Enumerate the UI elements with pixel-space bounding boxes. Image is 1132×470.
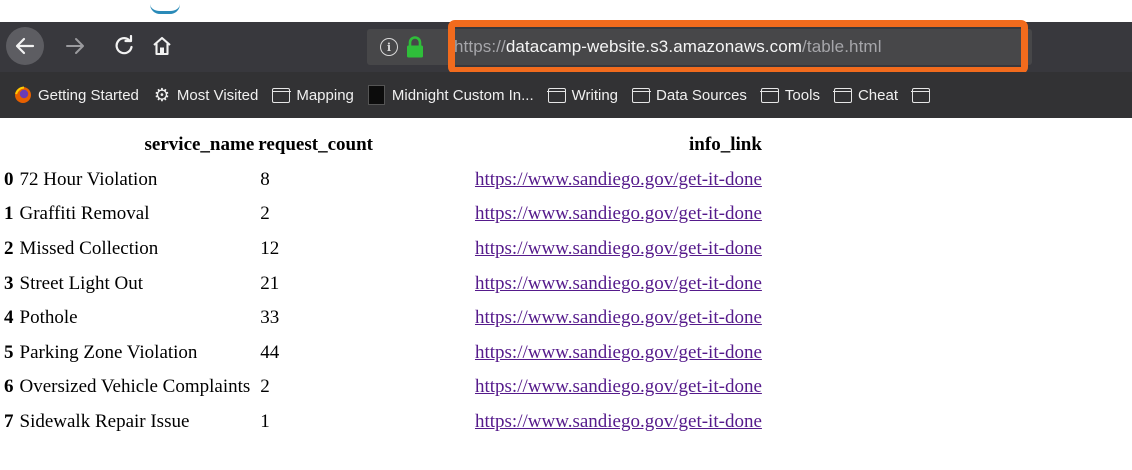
row-index: 5: [4, 341, 14, 363]
folder-icon: [547, 86, 567, 104]
info-link[interactable]: https://www.sandiego.gov/get-it-done: [475, 342, 762, 363]
row-index: 3: [4, 272, 14, 294]
reload-icon: [115, 35, 133, 55]
table-header-row: service_name request_count info_link: [0, 128, 764, 163]
bookmark-data-sources[interactable]: Data Sources: [631, 80, 747, 110]
url-host: datacamp-website.s3.amazonaws.com: [505, 37, 803, 56]
column-header-request-count: request_count: [258, 134, 373, 156]
info-link[interactable]: https://www.sandiego.gov/get-it-done: [475, 238, 762, 259]
service-name-cell: Sidewalk Repair Issue: [19, 411, 190, 433]
table-row: 2 Missed Collection 12 https://www.sandi…: [0, 232, 764, 267]
row-index: 0: [4, 168, 14, 190]
request-count-cell: 12: [260, 238, 280, 260]
info-link-cell: https://www.sandiego.gov/get-it-done: [375, 336, 764, 371]
service-name-cell: Graffiti Removal: [19, 203, 150, 225]
bookmark-most-visited[interactable]: ⚙ Most Visited: [153, 80, 259, 110]
info-icon[interactable]: i: [380, 38, 398, 56]
page-icon: [368, 85, 386, 105]
table-row: 3 Street Light Out 21 https://www.sandie…: [0, 266, 764, 301]
folder-icon: [833, 86, 853, 104]
folder-icon: [760, 86, 780, 104]
table-row: 4 Pothole 33 https://www.sandiego.gov/ge…: [0, 301, 764, 336]
bookmark-writing[interactable]: Writing: [547, 80, 619, 110]
column-header-info-link: info_link: [689, 134, 762, 156]
request-count-cell: 44: [260, 341, 280, 363]
info-link[interactable]: https://www.sandiego.gov/get-it-done: [475, 203, 762, 224]
firefox-icon: [14, 86, 32, 104]
forward-arrow-icon: [66, 38, 84, 54]
info-link[interactable]: https://www.sandiego.gov/get-it-done: [475, 169, 762, 190]
row-index: 6: [4, 376, 14, 398]
bookmark-cheat[interactable]: Cheat: [833, 80, 898, 110]
url-bar[interactable]: i https://datacamp-website.s3.amazonaws.…: [367, 29, 1032, 65]
row-index: 2: [4, 238, 14, 260]
bookmark-label: Midnight Custom In...: [391, 86, 534, 104]
info-link[interactable]: https://www.sandiego.gov/get-it-done: [475, 411, 762, 432]
bookmarks-bar: Getting Started ⚙ Most Visited Mapping M…: [0, 72, 1132, 118]
table-row: 1 Graffiti Removal 2 https://www.sandieg…: [0, 197, 764, 232]
bookmark-label: Cheat: [857, 86, 898, 104]
forward-button[interactable]: [58, 29, 92, 63]
reload-button[interactable]: [107, 29, 141, 63]
table-row: 6 Oversized Vehicle Complaints 2 https:/…: [0, 370, 764, 405]
bookmark-label: Most Visited: [176, 86, 259, 104]
info-link[interactable]: https://www.sandiego.gov/get-it-done: [475, 307, 762, 328]
folder-icon: [271, 86, 291, 104]
gear-icon: ⚙: [153, 84, 170, 105]
tab-strip: [0, 0, 1132, 22]
request-count-cell: 8: [260, 168, 270, 190]
request-count-cell: 33: [260, 307, 280, 329]
service-name-cell: Pothole: [19, 307, 78, 329]
service-name-cell: 72 Hour Violation: [19, 168, 158, 190]
bookmark-label: Mapping: [296, 86, 354, 104]
bookmark-label: Writing: [571, 86, 619, 104]
bookmark-label: Getting Started: [38, 86, 139, 104]
dataframe-table: service_name request_count info_link 0 7…: [0, 128, 764, 439]
info-link[interactable]: https://www.sandiego.gov/get-it-done: [475, 376, 762, 397]
bookmark-overflow[interactable]: [911, 80, 936, 110]
column-header-service-name: service_name: [144, 134, 255, 156]
service-name-cell: Street Light Out: [19, 272, 143, 294]
info-link-cell: https://www.sandiego.gov/get-it-done: [375, 197, 764, 232]
lock-icon[interactable]: [405, 36, 425, 58]
info-link-cell: https://www.sandiego.gov/get-it-done: [375, 232, 764, 267]
index-header: [0, 128, 18, 163]
info-link-cell: https://www.sandiego.gov/get-it-done: [375, 301, 764, 336]
row-index: 4: [4, 307, 14, 329]
service-name-cell: Parking Zone Violation: [19, 341, 198, 363]
bookmark-label: Tools: [784, 86, 820, 104]
request-count-cell: 21: [260, 272, 280, 294]
service-name-cell: Missed Collection: [19, 238, 159, 260]
info-link-cell: https://www.sandiego.gov/get-it-done: [375, 370, 764, 405]
url-path: /table.html: [802, 37, 882, 56]
bookmark-midnight-custom[interactable]: Midnight Custom In...: [368, 80, 534, 110]
table-row: 0 72 Hour Violation 8 https://www.sandie…: [0, 163, 764, 198]
bookmark-tools[interactable]: Tools: [760, 80, 820, 110]
row-index: 1: [4, 203, 14, 225]
info-link[interactable]: https://www.sandiego.gov/get-it-done: [475, 273, 762, 294]
row-index: 7: [4, 411, 14, 433]
bookmark-label: Data Sources: [656, 86, 747, 104]
url-text[interactable]: https://datacamp-website.s3.amazonaws.co…: [454, 37, 882, 57]
bookmark-getting-started[interactable]: Getting Started: [14, 80, 139, 110]
back-button[interactable]: [6, 27, 44, 65]
request-count-cell: 1: [260, 411, 270, 433]
info-link-cell: https://www.sandiego.gov/get-it-done: [375, 405, 764, 440]
table-row: 7 Sidewalk Repair Issue 1 https://www.sa…: [0, 405, 764, 440]
service-name-cell: Oversized Vehicle Complaints: [19, 376, 251, 398]
table-row: 5 Parking Zone Violation 44 https://www.…: [0, 336, 764, 371]
request-count-cell: 2: [260, 376, 270, 398]
back-arrow-icon: [15, 37, 35, 55]
bookmark-mapping[interactable]: Mapping: [271, 80, 354, 110]
url-scheme: https://: [454, 37, 506, 56]
home-button[interactable]: [145, 29, 179, 63]
request-count-cell: 2: [260, 203, 270, 225]
tab-fragment[interactable]: [150, 0, 180, 14]
home-icon: [153, 36, 171, 56]
folder-icon: [631, 86, 651, 104]
folder-icon: [911, 86, 931, 104]
browser-toolbar: i https://datacamp-website.s3.amazonaws.…: [0, 22, 1132, 72]
info-link-cell: https://www.sandiego.gov/get-it-done: [375, 163, 764, 198]
info-link-cell: https://www.sandiego.gov/get-it-done: [375, 266, 764, 301]
